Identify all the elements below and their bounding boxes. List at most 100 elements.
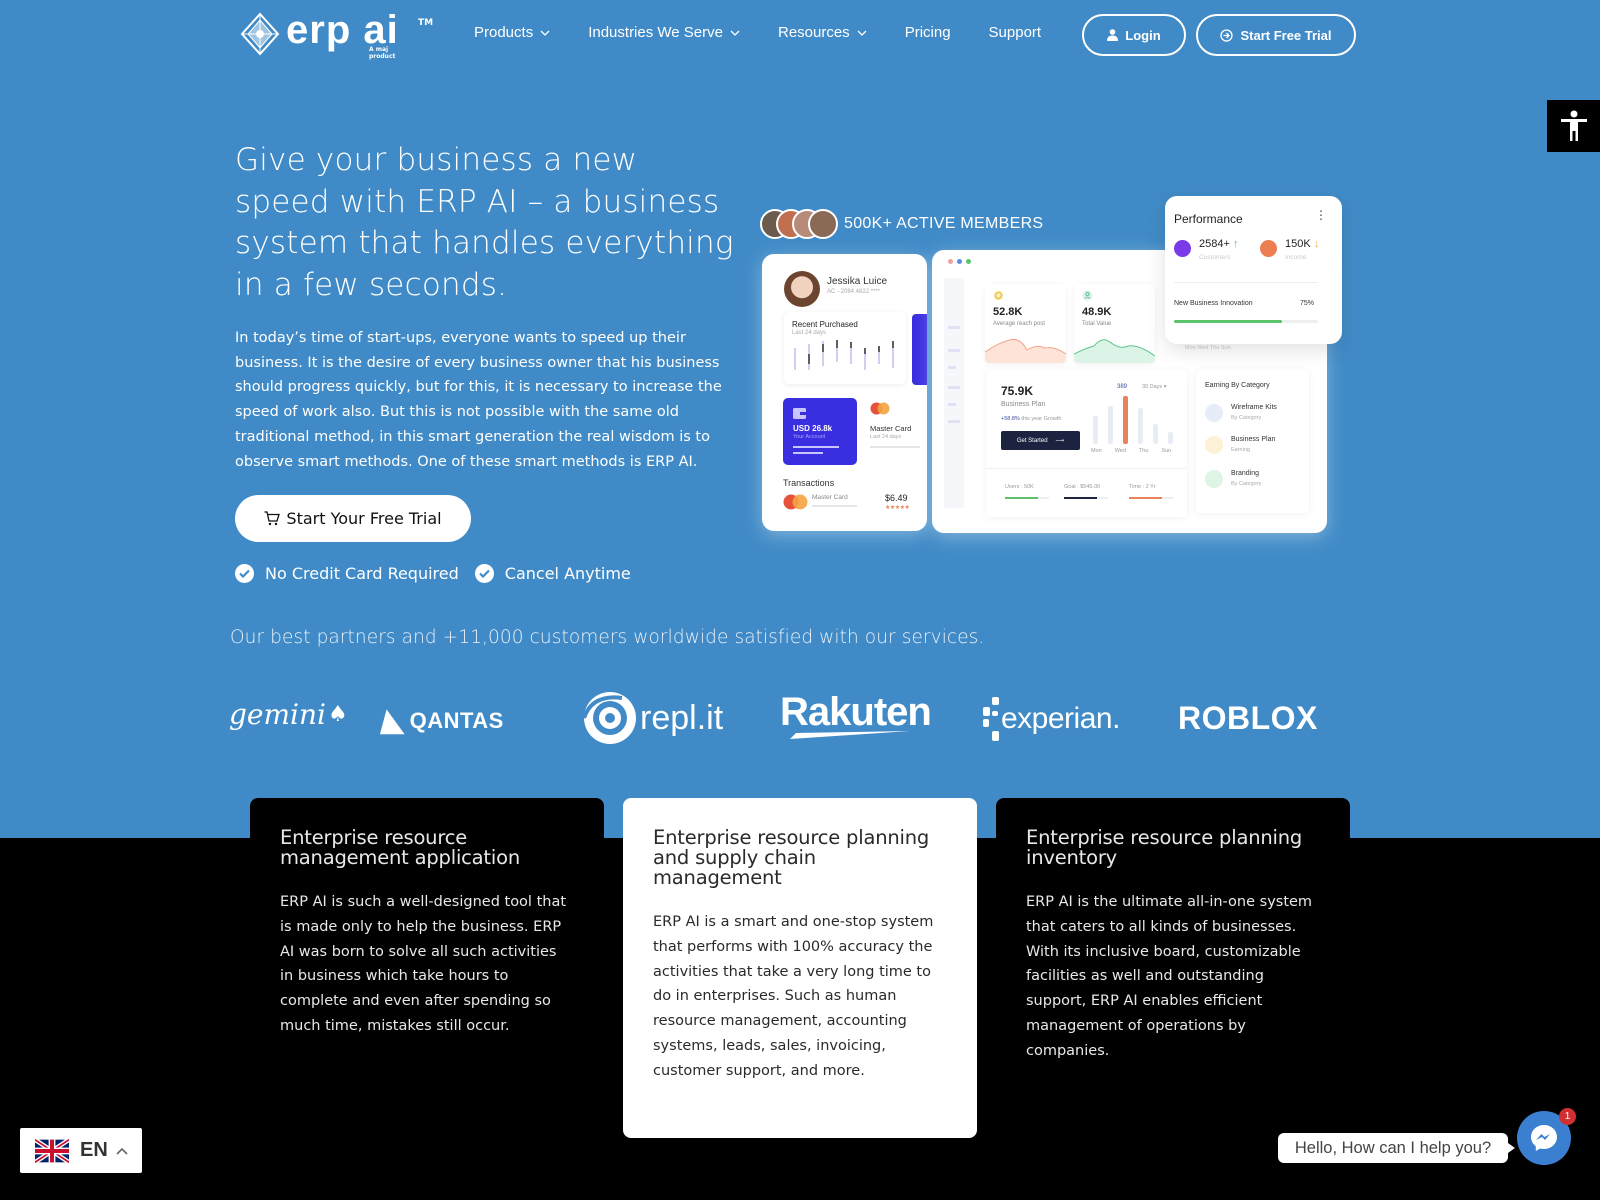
hero-title: Give your business a new speed with ERP … — [235, 142, 734, 303]
performance-title: Performance — [1174, 212, 1243, 226]
logo-text: experian. — [1001, 702, 1120, 735]
login-label: Login — [1125, 27, 1161, 43]
arrow-right-icon: ⟶ — [1055, 438, 1065, 444]
peak-value: 389 — [1117, 384, 1128, 390]
customers-value: 2584+ ↑ — [1199, 238, 1238, 250]
progress-line — [793, 452, 823, 454]
account-label: Your Account — [793, 434, 826, 440]
kangaroo-icon: ◣ — [379, 704, 412, 737]
user-icon — [1107, 29, 1119, 41]
reach-sparkline — [985, 339, 1066, 363]
footer-progress — [1005, 497, 1049, 499]
chart-icon — [1205, 404, 1223, 422]
more-vertical-icon[interactable]: ⋮ — [1315, 208, 1327, 222]
profile-avatar — [784, 271, 820, 307]
target-icon — [993, 290, 1004, 301]
profile-card: Jessika Luice AC - 2084 4822 **** Recent… — [762, 254, 927, 531]
income-icon — [1260, 240, 1277, 257]
rating-stars: ★★★★★ — [885, 505, 910, 511]
nav-industries[interactable]: Industries We Serve — [588, 24, 740, 41]
partners-text: Our best partners and +11,000 customers … — [230, 627, 985, 648]
logo[interactable]: erp ai TM A maj product — [240, 10, 433, 60]
innovation-label: New Business Innovation — [1174, 300, 1253, 307]
accessibility-icon — [1560, 110, 1587, 141]
nav-products[interactable]: Products — [474, 24, 550, 41]
innovation-progress-fill — [1174, 320, 1282, 323]
master-card-widget: Master Card Last 24 days — [862, 400, 927, 466]
partner-logo-qantas: ◣ QANTAS — [380, 703, 504, 738]
feature-card: Enterprise resource planning inventory E… — [996, 798, 1350, 1138]
range-selector[interactable]: 30 Days ▾ — [1142, 384, 1166, 390]
login-button[interactable]: Login — [1082, 14, 1186, 56]
accessibility-button[interactable] — [1547, 100, 1600, 152]
feature-title: Enterprise resource management applicati… — [280, 826, 520, 869]
nav-pricing[interactable]: Pricing — [905, 24, 951, 41]
business-growth: +58.8% this year Growth — [1001, 416, 1061, 422]
logo-text: ROBLOX — [1178, 700, 1318, 736]
site-header: erp ai TM A maj product Products Industr… — [0, 0, 1600, 70]
bar — [1153, 424, 1158, 444]
nav-resources[interactable]: Resources — [778, 24, 867, 41]
partner-logo-replit: repl.it — [582, 690, 723, 746]
bar — [1168, 432, 1173, 444]
nav-label: Support — [988, 24, 1042, 41]
card-edge — [912, 314, 927, 385]
footer-progress-fill — [1064, 497, 1097, 499]
chat-greeting-bubble[interactable]: Hello, How can I help you? — [1278, 1133, 1515, 1163]
business-plan-widget: 75.9K Business Plan +58.8% this year Gro… — [986, 370, 1187, 517]
feature-body: ERP AI is the ultimate all-in-one system… — [1026, 894, 1313, 1059]
customers-number: 2584+ — [1199, 238, 1230, 250]
transactions-title: Transactions — [783, 478, 835, 488]
day-label: Mon — [1091, 448, 1102, 454]
messenger-icon — [1531, 1125, 1557, 1151]
feature-body: ERP AI is a smart and one-stop system th… — [653, 914, 934, 1079]
stat-value: 48.9K — [1082, 306, 1112, 318]
logo-mark-icon — [240, 12, 280, 56]
arrow-circle-right-icon — [1220, 28, 1234, 42]
start-free-trial-button[interactable]: Start Free Trial — [1196, 14, 1356, 56]
member-avatars — [760, 209, 838, 239]
progress-line — [793, 446, 839, 448]
footer-progress — [1129, 497, 1173, 499]
feature-title: Enterprise resource planning and supply … — [653, 826, 930, 889]
growth-text: this year Growth — [1021, 416, 1062, 422]
dashboard-sidebar — [944, 278, 964, 508]
cta-label: Start Your Free Trial — [286, 509, 442, 528]
business-label: Business Plan — [1001, 401, 1046, 408]
benefit-item: Cancel Anytime — [474, 564, 631, 583]
transaction-amount: $6.49 — [885, 493, 908, 503]
dot-green — [966, 259, 971, 264]
master-card-title: Master Card — [870, 424, 912, 433]
language-selector[interactable]: EN — [20, 1128, 142, 1173]
footer-progress — [1064, 497, 1108, 499]
chevron-down-icon — [857, 30, 867, 36]
customers-icon — [1174, 240, 1191, 257]
arrow-up-icon: ↑ — [1232, 238, 1239, 250]
nav-support[interactable]: Support — [989, 24, 1042, 41]
stat-label: Average reach post — [993, 321, 1045, 327]
chevron-down-icon — [730, 30, 740, 36]
earning-by-category-widget: Earning By Category Wireframe Kits By Ca… — [1196, 370, 1309, 513]
account-balance-card: USD 26.8k Your Account — [783, 398, 857, 465]
partner-logo-rakuten: Rakuten — [780, 690, 932, 739]
nav-label: Resources — [777, 24, 850, 41]
bar — [1108, 406, 1113, 444]
transaction-item: Master Card — [812, 494, 848, 501]
dot-blue — [957, 259, 962, 264]
swoosh-icon — [790, 731, 910, 739]
sidebar-line — [948, 420, 960, 423]
start-your-free-trial-button[interactable]: Start Your Free Trial — [235, 495, 471, 542]
notification-badge: 1 — [1559, 1108, 1576, 1125]
get-started-label: Get Started — [1016, 437, 1048, 444]
progress-line — [870, 446, 920, 448]
recent-purchased-subtitle: Last 24 days — [792, 330, 827, 336]
master-card-subtitle: Last 24 days — [870, 434, 902, 440]
get-started-button[interactable]: Get Started ⟶ — [1001, 431, 1080, 450]
hidden-days-label: Mon Wed Thu Sun — [1185, 345, 1231, 351]
earning-item-sub: Earning — [1231, 447, 1250, 453]
logo-text: QANTAS — [409, 707, 504, 733]
hero-description: In today’s time of start-ups, everyone w… — [235, 330, 722, 470]
performance-card: Performance ⋮ 2584+ ↑ Customers 150K ↓ I… — [1165, 196, 1342, 344]
partner-logo-experian: experian. — [983, 697, 1120, 741]
user-icon — [1082, 290, 1093, 301]
